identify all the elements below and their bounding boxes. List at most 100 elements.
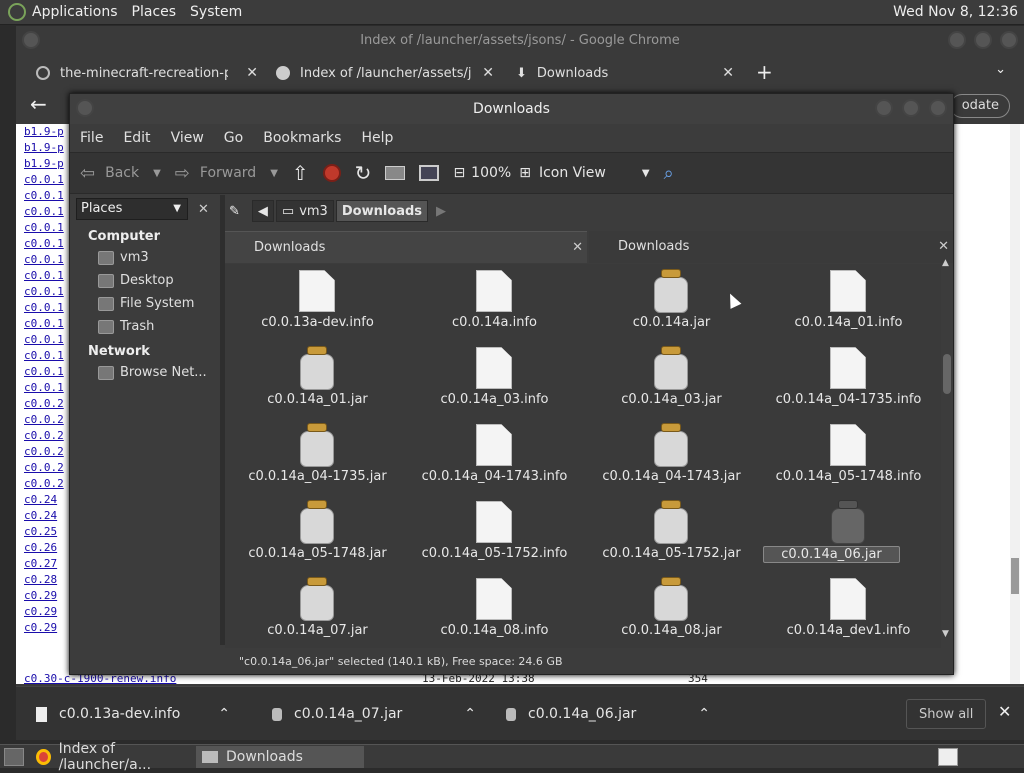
file-item[interactable]: c0.0.14a_03.info: [406, 341, 583, 418]
close-tab-icon[interactable]: ✕: [722, 65, 734, 81]
grid-scrollbar[interactable]: ▲ ▼: [941, 258, 953, 648]
listing-link[interactable]: c0.28: [24, 572, 64, 588]
file-item[interactable]: c0.0.14a_05-1752.info: [406, 495, 583, 572]
stop-icon[interactable]: [322, 164, 341, 182]
listing-link[interactable]: c0.0.2: [24, 476, 64, 492]
chrome-maximize-button[interactable]: [974, 31, 992, 49]
clock[interactable]: Wed Nov 8, 12:36: [893, 4, 1018, 20]
listing-link[interactable]: c0.0.1: [24, 252, 64, 268]
scroll-up-icon[interactable]: ▲: [942, 258, 949, 268]
fm-menu-icon[interactable]: [76, 99, 94, 117]
fm-maximize-button[interactable]: [902, 99, 920, 117]
download-item[interactable]: c0.0.14a_07.jar ⌃: [272, 697, 476, 731]
fm-tab-downloads-1[interactable]: Downloads ✕: [225, 231, 587, 263]
listing-link[interactable]: c0.0.2: [24, 444, 64, 460]
chrome-close-button[interactable]: [1000, 31, 1018, 49]
chrome-tab-index[interactable]: Index of /launcher/assets/jsons/ ✕: [276, 58, 494, 88]
listing-link[interactable]: c0.24: [24, 492, 64, 508]
listing-link[interactable]: c0.0.1: [24, 332, 64, 348]
chevron-up-icon[interactable]: ⌃: [698, 706, 710, 722]
listing-link[interactable]: c0.0.2: [24, 396, 64, 412]
listing-link[interactable]: c0.0.1: [24, 172, 64, 188]
listing-link[interactable]: c0.0.1: [24, 300, 64, 316]
menu-go[interactable]: Go: [224, 130, 243, 146]
edit-location-icon[interactable]: ✎: [229, 204, 240, 219]
close-sidebar-icon[interactable]: ✕: [198, 202, 209, 217]
file-item[interactable]: c0.0.14a.info: [406, 264, 583, 341]
listing-link[interactable]: c0.0.2: [24, 460, 64, 476]
listing-link[interactable]: b1.9-p: [24, 156, 64, 172]
menu-bookmarks[interactable]: Bookmarks: [263, 130, 341, 146]
file-item[interactable]: c0.0.14a_04-1743.jar: [583, 418, 760, 495]
menu-system[interactable]: System: [190, 4, 242, 20]
file-item[interactable]: c0.0.14a_06.jar: [760, 495, 937, 572]
listing-link[interactable]: c0.25: [24, 524, 64, 540]
menu-help[interactable]: Help: [361, 130, 393, 146]
new-tab-button[interactable]: +: [756, 60, 773, 84]
file-item[interactable]: c0.0.14a_01.jar: [229, 341, 406, 418]
close-tab-icon[interactable]: ✕: [572, 232, 583, 264]
sidebar-item-browse-network[interactable]: Browse Net...: [70, 361, 220, 384]
menu-applications[interactable]: Applications: [32, 4, 118, 20]
chevron-up-icon[interactable]: ⌃: [218, 706, 230, 722]
search-icon[interactable]: ⌕: [664, 163, 674, 184]
file-item[interactable]: c0.0.14a_05-1748.info: [760, 418, 937, 495]
file-item[interactable]: c0.0.14a_04-1735.info: [760, 341, 937, 418]
taskbar-chrome[interactable]: Index of /launcher/a...: [30, 741, 196, 773]
fm-tab-downloads-2[interactable]: Downloads ✕: [589, 231, 953, 263]
chrome-menu-icon[interactable]: [22, 31, 40, 49]
listing-link[interactable]: c0.29: [24, 620, 64, 636]
file-item[interactable]: c0.0.14a_07.jar: [229, 572, 406, 648]
close-tab-icon[interactable]: ✕: [246, 65, 258, 81]
listing-link[interactable]: c0.0.1: [24, 380, 64, 396]
back-button[interactable]: ⇦ Back ▼: [80, 163, 161, 184]
file-item[interactable]: c0.0.13a-dev.info: [229, 264, 406, 341]
forward-button[interactable]: ⇨ Forward ▼: [175, 163, 278, 184]
file-item[interactable]: c0.0.14a_04-1735.jar: [229, 418, 406, 495]
page-scrollbar[interactable]: [1010, 124, 1020, 684]
listing-link[interactable]: c0.0.1: [24, 284, 64, 300]
chrome-tab-minecraft[interactable]: the-minecraft-recreation-proj ✕: [36, 58, 258, 88]
chevron-down-icon[interactable]: ▼: [153, 168, 161, 179]
listing-link[interactable]: c0.0.1: [24, 236, 64, 252]
show-all-button[interactable]: Show all: [906, 699, 987, 729]
path-back-arrow-icon[interactable]: ◀: [251, 200, 274, 222]
listing-link[interactable]: c0.0.1: [24, 204, 64, 220]
sidebar-selector[interactable]: Places ▼: [76, 198, 188, 220]
reload-icon[interactable]: ↻: [355, 161, 372, 185]
workspace-switcher-icon[interactable]: [938, 748, 958, 766]
listing-link[interactable]: c0.27: [24, 556, 64, 572]
listing-link[interactable]: c0.26: [24, 540, 64, 556]
file-item[interactable]: c0.0.14a_05-1752.jar: [583, 495, 760, 572]
listing-link[interactable]: c0.0.1: [24, 316, 64, 332]
listing-link[interactable]: c0.29: [24, 588, 64, 604]
view-selector[interactable]: Icon View ▼: [539, 165, 650, 181]
sidebar-item-vm3[interactable]: vm3: [70, 246, 220, 269]
close-downloads-bar-icon[interactable]: ✕: [998, 702, 1011, 721]
file-item[interactable]: c0.0.14a_04-1743.info: [406, 418, 583, 495]
system-logo-icon[interactable]: [8, 3, 26, 21]
file-item[interactable]: c0.0.14a_03.jar: [583, 341, 760, 418]
menu-view[interactable]: View: [171, 130, 204, 146]
listing-link[interactable]: c0.29: [24, 604, 64, 620]
taskbar-downloads[interactable]: Downloads: [196, 745, 364, 768]
show-desktop-icon[interactable]: [4, 747, 24, 766]
page-scrollbar-thumb[interactable]: [1011, 558, 1019, 594]
download-item[interactable]: c0.0.13a-dev.info ⌃: [36, 697, 230, 731]
fm-minimize-button[interactable]: [875, 99, 893, 117]
file-item[interactable]: c0.0.14a_08.info: [406, 572, 583, 648]
menu-edit[interactable]: Edit: [123, 130, 150, 146]
chevron-up-icon[interactable]: ⌃: [464, 706, 476, 722]
listing-link[interactable]: c0.0.2: [24, 412, 64, 428]
file-item[interactable]: c0.0.14a_01.info: [760, 264, 937, 341]
up-arrow-icon[interactable]: ⇧: [292, 161, 309, 185]
update-button[interactable]: odate: [950, 94, 1010, 118]
listing-link[interactable]: c0.0.1: [24, 220, 64, 236]
grid-scrollbar-thumb[interactable]: [943, 354, 951, 394]
fm-close-button[interactable]: [929, 99, 947, 117]
chrome-minimize-button[interactable]: [948, 31, 966, 49]
listing-link[interactable]: c0.0.1: [24, 188, 64, 204]
file-item[interactable]: c0.0.14a_05-1748.jar: [229, 495, 406, 572]
chrome-tab-downloads[interactable]: ⬇ Downloads ✕: [516, 58, 734, 88]
menu-file[interactable]: File: [80, 130, 103, 146]
